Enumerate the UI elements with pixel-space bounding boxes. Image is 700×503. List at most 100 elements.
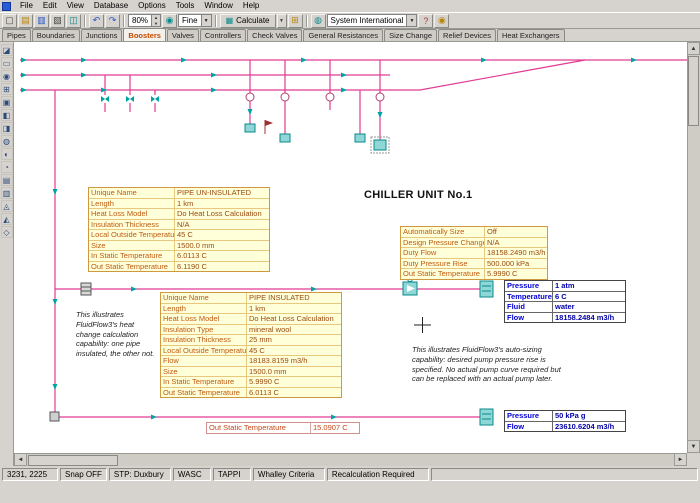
field-label: Length	[89, 199, 175, 209]
whalley-criteria-toggle[interactable]: Whalley Criteria	[253, 468, 325, 481]
tappi-toggle[interactable]: TAPPI	[213, 468, 251, 481]
tab-valves[interactable]: Valves	[167, 29, 199, 41]
outlet-result-box[interactable]: Pressure50 kPa gFlow23610.6204 m3/h	[504, 410, 626, 432]
left-tool-icon-15[interactable]: ◇	[1, 226, 13, 238]
field-label: Out Static Temperature	[161, 388, 247, 398]
left-tool-icon-3[interactable]: ◉	[1, 70, 13, 82]
left-tool-icon-5[interactable]: ▣	[1, 96, 13, 108]
zoom-tool-icon[interactable]: ◉	[162, 14, 177, 28]
detail-combobox[interactable]: Fine ▼	[178, 14, 212, 27]
out-static-temperature-callout[interactable]: Out Static Temperature15.0907 C	[206, 422, 360, 434]
calculate-dropdown-icon[interactable]: ▼	[277, 14, 287, 28]
tab-check-valves[interactable]: Check Valves	[247, 29, 302, 41]
tab-pipes[interactable]: Pipes	[2, 29, 31, 41]
spin-down-icon[interactable]: ▼	[152, 21, 160, 27]
horizontal-scroll-thumb[interactable]	[28, 455, 118, 466]
junction-node-icons[interactable]	[246, 93, 384, 101]
results-grid-icon[interactable]: ⊞	[288, 14, 303, 28]
inlet-result-box[interactable]: Pressure1 atmTemperature6 CFluidwaterFlo…	[504, 280, 626, 323]
menu-options[interactable]: Options	[133, 0, 171, 12]
boundary-node-icon	[480, 409, 493, 425]
field-label: Duty Flow	[401, 248, 485, 258]
annotation-heat-change[interactable]: This illustrates FluidFlow3's heat chang…	[76, 310, 160, 359]
annotation-auto-sizing[interactable]: This illustrates FluidFlow3's auto-sizin…	[412, 345, 574, 384]
wasc-toggle[interactable]: WASC	[173, 468, 211, 481]
left-tool-icon-8[interactable]: ◍	[1, 135, 13, 147]
world-icon[interactable]: ◍	[311, 14, 326, 28]
new-file-icon[interactable]: ▢	[2, 14, 17, 28]
status-filler	[431, 468, 698, 481]
print-preview-icon[interactable]: ◫	[66, 14, 81, 28]
units-combobox[interactable]: System International ▼	[327, 14, 418, 27]
left-tool-icon-9[interactable]: ◐	[1, 148, 13, 160]
booster-table[interactable]: Automatically SizeOffDesign Pressure Cha…	[400, 226, 548, 280]
print-icon[interactable]: ▧	[50, 14, 65, 28]
stp-setting[interactable]: STP: Duxbury	[109, 468, 171, 481]
left-tool-icon-11[interactable]: ▤	[1, 174, 13, 186]
left-tool-icon-1[interactable]: ◪	[1, 44, 13, 56]
scroll-right-icon[interactable]: ►	[674, 453, 687, 466]
field-label: In Static Temperature	[89, 251, 175, 261]
left-tool-icon-4[interactable]: ⊞	[1, 83, 13, 95]
vertical-scrollbar[interactable]: ▲ ▼	[687, 42, 700, 453]
left-tool-icon-6[interactable]: ◧	[1, 109, 13, 121]
calculate-button[interactable]: ▦ Calculate	[220, 14, 276, 28]
zoom-spinner[interactable]: ▲▼	[151, 15, 160, 26]
menu-file[interactable]: File	[15, 0, 38, 12]
left-tool-icon-14[interactable]: ◭	[1, 213, 13, 225]
horizontal-scrollbar[interactable]: ◄ ►	[14, 453, 687, 466]
field-label: Size	[161, 367, 247, 377]
menu-view[interactable]: View	[62, 0, 89, 12]
redo-icon[interactable]: ↷	[105, 14, 120, 28]
table-row: Out Static Temperature6.1190 C	[89, 262, 269, 272]
toolbar-separator	[84, 15, 86, 27]
scroll-down-icon[interactable]: ▼	[687, 440, 700, 453]
flowsheet-canvas[interactable]: CHILLER UNIT No.1 Unique NamePIPE UN-INS…	[14, 42, 687, 453]
chevron-down-icon[interactable]: ▼	[406, 15, 416, 26]
left-tool-icon-10[interactable]: ◔	[1, 161, 13, 173]
left-tool-icon-13[interactable]: ◬	[1, 200, 13, 212]
tab-relief-devices[interactable]: Relief Devices	[438, 29, 496, 41]
zoom-combobox[interactable]: 80% ▲▼	[128, 14, 161, 27]
left-tool-icon-2[interactable]: ▭	[1, 57, 13, 69]
valve-icons[interactable]	[101, 96, 159, 102]
field-label: Unique Name	[89, 188, 175, 198]
vertical-scroll-thumb[interactable]	[688, 56, 699, 126]
tab-general-resistances[interactable]: General Resistances	[303, 29, 383, 41]
scroll-up-icon[interactable]: ▲	[687, 42, 700, 55]
save-icon[interactable]: ▥	[34, 14, 49, 28]
scroll-left-icon[interactable]: ◄	[14, 453, 27, 466]
menu-help[interactable]: Help	[238, 0, 264, 12]
field-label: Heat Loss Model	[161, 314, 247, 324]
field-value: 18158.2484 m3/h	[553, 313, 625, 323]
field-value: 18183.8159 m3/h	[247, 356, 341, 366]
tab-size-change[interactable]: Size Change	[384, 29, 437, 41]
tab-heat-exchangers[interactable]: Heat Exchangers	[497, 29, 565, 41]
open-folder-icon[interactable]: ▤	[18, 14, 33, 28]
menu-tools[interactable]: Tools	[171, 0, 200, 12]
table-row: Insulation Thickness25 mm	[161, 335, 341, 346]
menu-window[interactable]: Window	[199, 0, 237, 12]
field-label: Insulation Type	[161, 325, 247, 335]
left-tool-icon-12[interactable]: ▥	[1, 187, 13, 199]
pipe-insulated-table[interactable]: Unique NamePIPE INSULATEDLength1 kmHeat …	[160, 292, 342, 398]
field-label: Insulation Thickness	[161, 335, 247, 345]
tab-boosters[interactable]: Boosters	[123, 28, 166, 41]
chevron-down-icon[interactable]: ▼	[201, 15, 211, 26]
tab-controllers[interactable]: Controllers	[200, 29, 246, 41]
help-icon[interactable]: ?	[418, 14, 433, 28]
tips-icon[interactable]: ◉	[434, 14, 449, 28]
menu-edit[interactable]: Edit	[38, 0, 62, 12]
undo-icon[interactable]: ↶	[89, 14, 104, 28]
left-tool-icon-7[interactable]: ◨	[1, 122, 13, 134]
tab-boundaries[interactable]: Boundaries	[32, 29, 80, 41]
pipe-uninsulated-table[interactable]: Unique NamePIPE UN-INSULATEDLength1 kmHe…	[88, 187, 270, 272]
tab-junctions[interactable]: Junctions	[81, 29, 123, 41]
menu-database[interactable]: Database	[89, 0, 133, 12]
field-label: In Static Temperature	[161, 377, 247, 387]
drawing-title[interactable]: CHILLER UNIT No.1	[364, 189, 472, 201]
toolbar-separator	[123, 15, 125, 27]
snap-toggle[interactable]: Snap OFF	[60, 468, 107, 481]
field-label: Pressure	[505, 411, 553, 421]
field-value: mineral wool	[247, 325, 341, 335]
